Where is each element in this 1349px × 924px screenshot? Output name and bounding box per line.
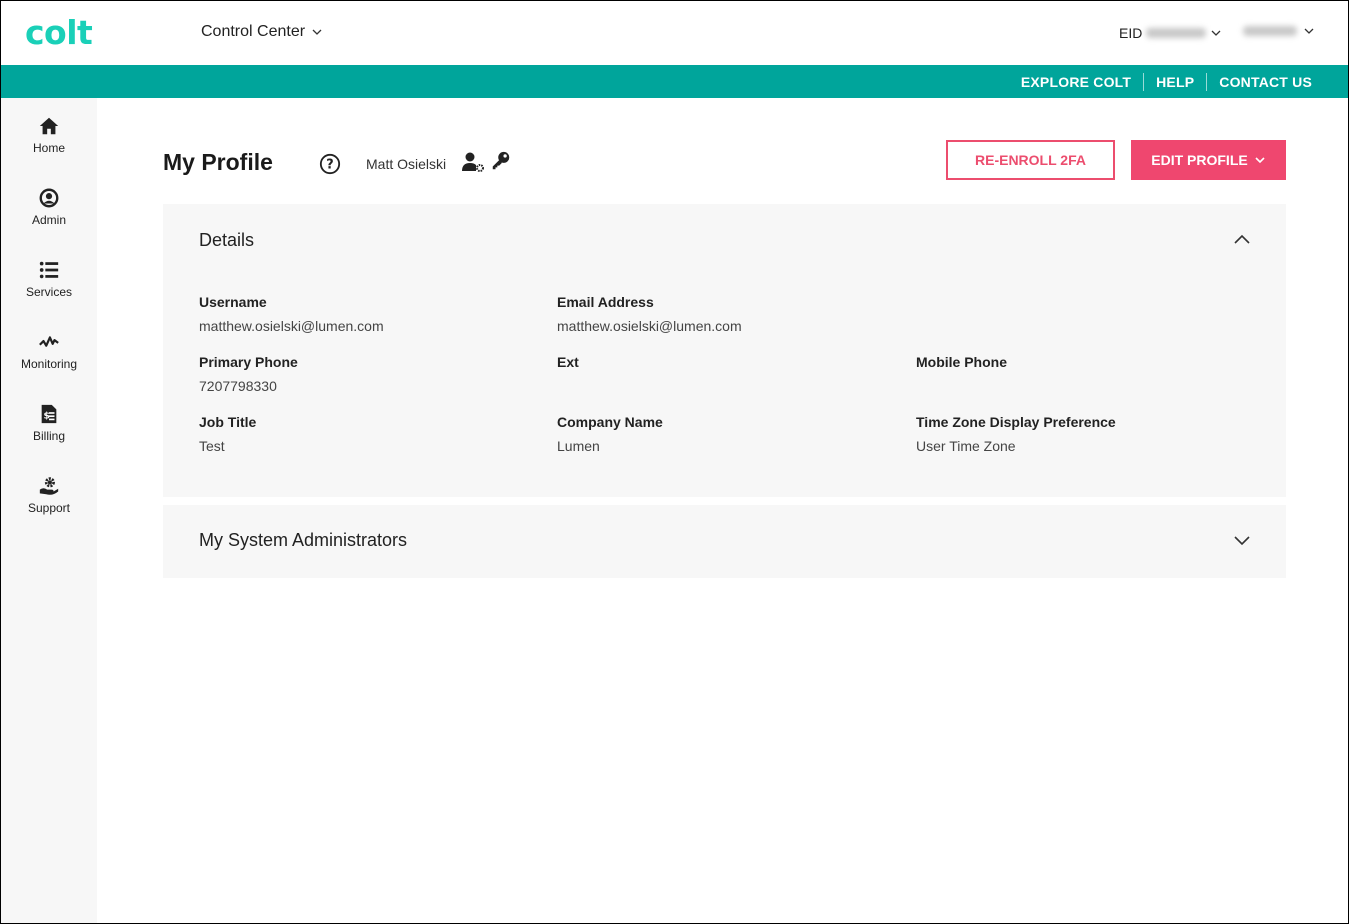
svg-text:$: $ bbox=[44, 411, 50, 422]
field-label: Email Address bbox=[557, 294, 654, 310]
contact-us-link[interactable]: CONTACT US bbox=[1207, 74, 1324, 90]
eid-value-redacted bbox=[1146, 28, 1207, 38]
invoice-icon: $ bbox=[41, 404, 57, 424]
home-icon bbox=[39, 117, 59, 135]
help-link[interactable]: HELP bbox=[1144, 74, 1206, 90]
chevron-down-icon bbox=[1255, 157, 1265, 164]
sidebar-item-label: Support bbox=[27, 501, 71, 515]
sidebar-item-label: Billing bbox=[32, 429, 65, 443]
pulse-icon bbox=[39, 336, 59, 347]
user-gear-icon bbox=[462, 152, 484, 172]
help-icon[interactable]: ? bbox=[319, 153, 341, 175]
sidebar-item-home[interactable]: Home bbox=[1, 115, 97, 175]
field-mobile-phone: Mobile Phone bbox=[916, 354, 1007, 378]
field-value: Test bbox=[199, 438, 225, 454]
utility-nav: EXPLORE COLT HELP CONTACT US bbox=[1, 65, 1348, 98]
app-switcher-dropdown[interactable]: Control Center bbox=[201, 23, 323, 41]
chevron-down-icon[interactable] bbox=[1232, 530, 1252, 550]
sidebar-item-billing[interactable]: $ Billing bbox=[1, 403, 97, 463]
profile-user-name: Matt Osielski bbox=[366, 156, 447, 172]
system-administrators-title[interactable]: My System Administrators bbox=[199, 530, 407, 551]
field-value: User Time Zone bbox=[916, 438, 1016, 454]
field-label: Mobile Phone bbox=[916, 354, 1007, 370]
hand-gear-icon bbox=[39, 477, 59, 495]
field-primary-phone: Primary Phone 7207798330 bbox=[199, 354, 298, 394]
field-label: Company Name bbox=[557, 414, 663, 430]
field-company-name: Company Name Lumen bbox=[557, 414, 663, 454]
sidebar-item-label: Monitoring bbox=[20, 357, 78, 371]
field-label: Username bbox=[199, 294, 267, 310]
system-administrators-panel[interactable]: My System Administrators bbox=[163, 505, 1286, 578]
field-value: matthew.osielski@lumen.com bbox=[199, 318, 384, 334]
field-email-address: Email Address matthew.osielski@lumen.com bbox=[557, 294, 742, 334]
sidebar-item-monitoring[interactable]: Monitoring bbox=[1, 331, 97, 391]
user-menu-dropdown[interactable] bbox=[1243, 25, 1315, 37]
sidebar-item-services[interactable]: Services bbox=[1, 259, 97, 319]
sidebar-item-support[interactable]: Support bbox=[1, 475, 97, 535]
user-name-redacted bbox=[1243, 26, 1297, 36]
re-enroll-2fa-button[interactable]: RE-ENROLL 2FA bbox=[946, 140, 1115, 180]
field-job-title: Job Title Test bbox=[199, 414, 256, 454]
sidebar-item-label: Admin bbox=[31, 213, 66, 227]
field-ext: Ext bbox=[557, 354, 579, 378]
chevron-down-icon bbox=[312, 29, 322, 35]
details-panel-title[interactable]: Details bbox=[199, 230, 254, 251]
explore-colt-link[interactable]: EXPLORE COLT bbox=[1009, 74, 1143, 90]
field-label: Time Zone Display Preference bbox=[916, 414, 1116, 430]
sidebar-item-admin[interactable]: Admin bbox=[1, 187, 97, 247]
sidebar-item-label: Home bbox=[32, 141, 65, 155]
user-circle-icon bbox=[39, 188, 59, 208]
chevron-down-icon bbox=[1211, 30, 1221, 36]
field-time-zone-preference: Time Zone Display Preference User Time Z… bbox=[916, 414, 1116, 454]
chevron-up-icon[interactable] bbox=[1232, 230, 1252, 250]
top-header: colt Control Center EID bbox=[1, 1, 1348, 65]
colt-logo[interactable]: colt bbox=[25, 13, 93, 52]
eid-label: EID bbox=[1119, 25, 1143, 41]
details-panel: Details Username matthew.osielski@lumen.… bbox=[163, 204, 1286, 497]
edit-profile-label: EDIT PROFILE bbox=[1151, 152, 1248, 168]
app-window: colt Control Center EID EXPLORE COLT HEL… bbox=[0, 0, 1349, 924]
field-label: Job Title bbox=[199, 414, 257, 430]
field-value: matthew.osielski@lumen.com bbox=[557, 318, 742, 334]
sidebar-item-label: Services bbox=[25, 285, 72, 299]
field-value: 7207798330 bbox=[199, 378, 277, 394]
sidebar: Home Admin Services Monitoring $ Billing… bbox=[1, 98, 97, 923]
field-label: Ext bbox=[557, 354, 579, 370]
svg-text:?: ? bbox=[326, 158, 333, 173]
eid-dropdown[interactable]: EID bbox=[1119, 25, 1222, 41]
field-value: Lumen bbox=[557, 438, 600, 454]
key-icon bbox=[492, 151, 510, 170]
app-switcher-label: Control Center bbox=[201, 23, 306, 40]
list-icon bbox=[39, 261, 59, 279]
edit-profile-dropdown-button[interactable]: EDIT PROFILE bbox=[1131, 140, 1286, 180]
chevron-down-icon bbox=[1304, 28, 1314, 34]
page-title: My Profile bbox=[163, 149, 273, 175]
field-username: Username matthew.osielski@lumen.com bbox=[199, 294, 384, 334]
field-label: Primary Phone bbox=[199, 354, 298, 370]
